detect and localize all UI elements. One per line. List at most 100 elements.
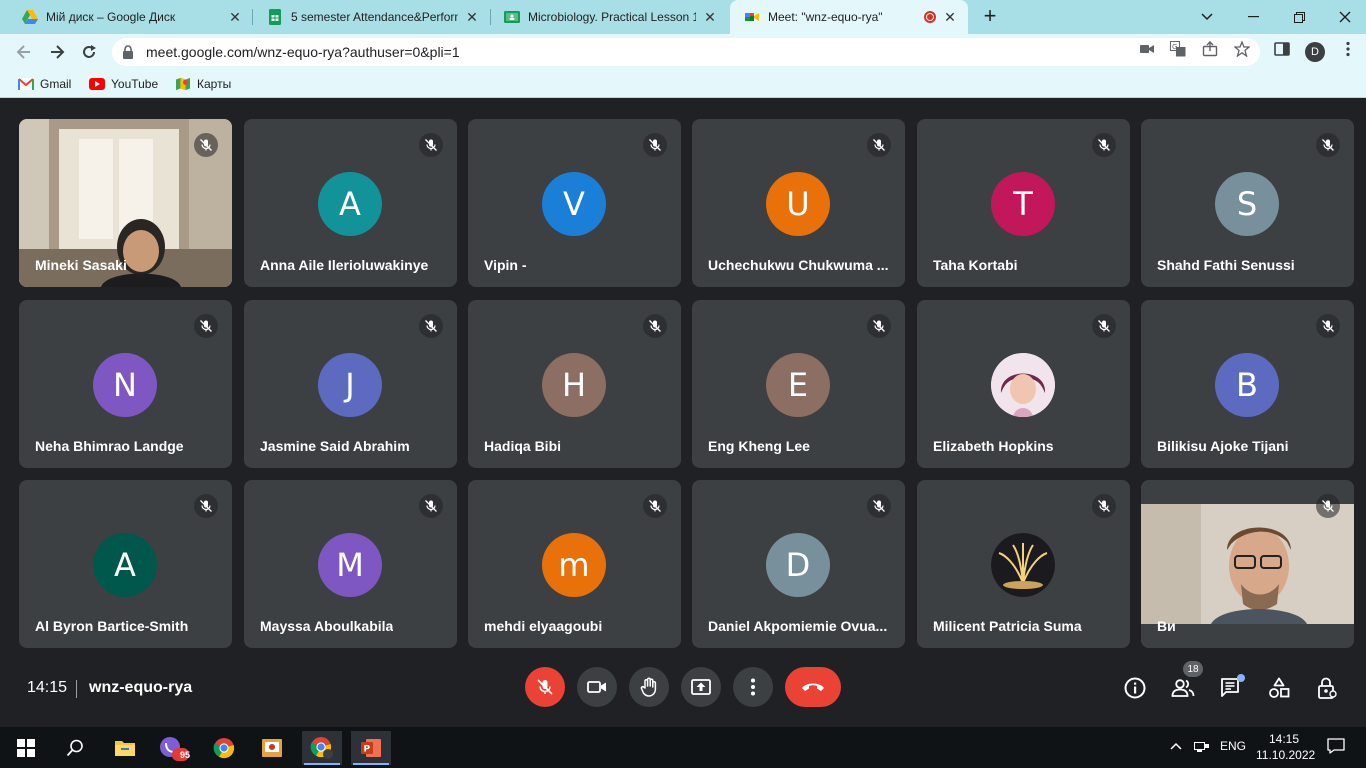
participant-tile-shahd-fathi-senussi[interactable]: S Shahd Fathi Senussi — [1141, 119, 1354, 287]
participant-initial-avatar: V — [542, 172, 606, 236]
tray-expand-button[interactable] — [1170, 739, 1182, 753]
tab-google-meet[interactable]: Meet: "wnz-equo-rya" ✕ — [730, 0, 968, 34]
participant-tile-anna-aile-ilerioluwakinye[interactable]: A Anna Aile Ilerioluwakinye — [244, 119, 457, 287]
camera-toggle-button[interactable] — [577, 667, 617, 707]
powerpoint-button[interactable]: P — [351, 731, 391, 765]
participant-tile-elizabeth-hopkins[interactable]: Elizabeth Hopkins — [917, 300, 1130, 468]
participant-tile-jasmine-said-abrahim[interactable]: J Jasmine Said Abrahim — [244, 300, 457, 468]
meeting-details-button[interactable] — [1122, 675, 1148, 701]
restore-button[interactable] — [1276, 0, 1322, 34]
host-controls-button[interactable] — [1314, 675, 1340, 701]
participant-tile-bilikisu-ajoke-tijani[interactable]: B Bilikisu Ajoke Tijani — [1141, 300, 1354, 468]
participant-tile-mayssa-aboulkabila[interactable]: M Mayssa Aboulkabila — [244, 480, 457, 648]
close-tab-icon[interactable]: ✕ — [464, 9, 480, 25]
muted-microphone-icon — [419, 133, 443, 157]
notification-icon — [1327, 738, 1345, 754]
address-bar[interactable]: meet.google.com/wnz-equo-rya?authuser=0&… — [112, 38, 1260, 66]
reload-button[interactable] — [77, 40, 101, 64]
side-panel-icon[interactable] — [1274, 41, 1290, 57]
more-options-button[interactable] — [733, 667, 773, 707]
tab-microbiology-lesson[interactable]: Microbiology. Practical Lesson 1 ✕ — [490, 0, 728, 34]
forward-button[interactable] — [45, 40, 69, 64]
network-tray-icon[interactable] — [1194, 739, 1210, 756]
language-indicator[interactable]: ENG — [1220, 739, 1246, 753]
raise-hand-button[interactable] — [629, 667, 669, 707]
chevron-up-icon — [1170, 742, 1182, 750]
windows-taskbar: 95 P ENG 14:15 11.10.2022 — [0, 727, 1366, 768]
participant-tile-eng-kheng-lee[interactable]: E Eng Kheng Lee — [692, 300, 905, 468]
viber-button[interactable]: 95 — [154, 731, 194, 765]
participant-name: Mineki Sasaki — [35, 257, 127, 273]
muted-microphone-icon — [643, 133, 667, 157]
participant-tile-uchechukwu-chukwuma[interactable]: U Uchechukwu Chukwuma ... — [692, 119, 905, 287]
system-clock[interactable]: 14:15 11.10.2022 — [1256, 731, 1315, 763]
svg-text:P: P — [364, 745, 371, 755]
participant-tile-mehdi-elyaagoubi[interactable]: m mehdi elyaagoubi — [468, 480, 681, 648]
leave-call-button[interactable] — [785, 667, 841, 707]
google-meet-icon — [745, 13, 759, 21]
browser-menu-icon[interactable] — [1340, 41, 1356, 57]
participant-tile-mineki-sasaki[interactable]: Mineki Sasaki — [19, 119, 232, 287]
participant-name: Jasmine Said Abrahim — [260, 438, 410, 454]
start-button[interactable] — [6, 731, 46, 765]
present-icon — [691, 679, 711, 695]
close-tab-icon[interactable]: ✕ — [702, 9, 718, 25]
new-tab-button[interactable]: + — [978, 5, 1002, 29]
camera-in-use-icon[interactable] — [1139, 41, 1155, 57]
bookmark-maps[interactable]: Карты — [175, 76, 231, 92]
file-explorer-button[interactable] — [105, 731, 145, 765]
back-button[interactable] — [12, 40, 36, 64]
more-vertical-icon — [751, 678, 755, 696]
share-icon[interactable] — [1202, 41, 1218, 57]
close-tab-icon[interactable]: ✕ — [942, 9, 958, 25]
participant-initial-avatar: m — [542, 533, 606, 597]
participant-tile-neha-bhimrao-landge[interactable]: N Neha Bhimrao Landge — [19, 300, 232, 468]
bookmark-gmail[interactable]: Gmail — [18, 76, 71, 92]
chrome-button[interactable] — [204, 731, 244, 765]
muted-microphone-icon — [1092, 314, 1116, 338]
svg-text:G: G — [1172, 43, 1177, 51]
muted-microphone-icon — [419, 494, 443, 518]
tab-attendance-sheet[interactable]: 5 semester Attendance&Performance ✕ — [253, 0, 490, 34]
bookmark-youtube[interactable]: YouTube — [89, 76, 158, 92]
minimize-button[interactable] — [1230, 0, 1276, 34]
tab-search-button[interactable] — [1184, 0, 1230, 34]
close-icon — [1339, 11, 1351, 23]
participant-initial-avatar: S — [1215, 172, 1279, 236]
muted-microphone-icon — [194, 494, 218, 518]
url-text: meet.google.com/wnz-equo-rya?authuser=0&… — [146, 44, 460, 60]
translate-icon[interactable]: G — [1170, 41, 1186, 57]
windows-logo-icon — [17, 739, 35, 757]
youtube-icon — [89, 78, 105, 90]
participant-tile-vipin[interactable]: V Vipin - — [468, 119, 681, 287]
participant-initial-avatar: T — [991, 172, 1055, 236]
muted-microphone-icon — [643, 494, 667, 518]
participant-name: Ви — [1157, 618, 1176, 634]
participant-name: Milicent Patricia Suma — [933, 618, 1082, 634]
tab-google-drive[interactable]: Мій диск – Google Диск ✕ — [8, 0, 253, 34]
shapes-icon — [1269, 677, 1290, 698]
close-tab-icon[interactable]: ✕ — [227, 9, 243, 25]
participant-tile-daniel-akpomiemie-ovua[interactable]: D Daniel Akpomiemie Ovua... — [692, 480, 905, 648]
microphone-toggle-button[interactable] — [525, 667, 565, 707]
chrome-profile-button[interactable] — [302, 731, 342, 765]
people-button[interactable] — [1170, 675, 1196, 701]
participant-tile-al-byron-bartice-smith[interactable]: A Al Byron Bartice-Smith — [19, 480, 232, 648]
search-button[interactable] — [55, 731, 95, 765]
recording-indicator-icon — [924, 11, 936, 23]
bookmark-star-icon[interactable] — [1234, 41, 1250, 57]
muted-microphone-icon — [867, 133, 891, 157]
participant-tile-taha-kortabi[interactable]: T Taha Kortabi — [917, 119, 1130, 287]
profile-avatar[interactable]: D — [1305, 42, 1325, 62]
activities-button[interactable] — [1266, 675, 1292, 701]
muted-microphone-icon — [419, 314, 443, 338]
participant-tile-hadiqa-bibi[interactable]: H Hadiqa Bibi — [468, 300, 681, 468]
close-window-button[interactable] — [1322, 0, 1366, 34]
participant-tile-you[interactable]: Ви — [1141, 480, 1354, 648]
participant-initial-avatar: M — [318, 533, 382, 597]
presentation-app-button[interactable] — [252, 731, 292, 765]
present-screen-button[interactable] — [681, 667, 721, 707]
notifications-button[interactable] — [1327, 738, 1345, 757]
participant-tile-milicent-patricia-suma[interactable]: Milicent Patricia Suma — [917, 480, 1130, 648]
participant-name: Mayssa Aboulkabila — [260, 618, 394, 634]
